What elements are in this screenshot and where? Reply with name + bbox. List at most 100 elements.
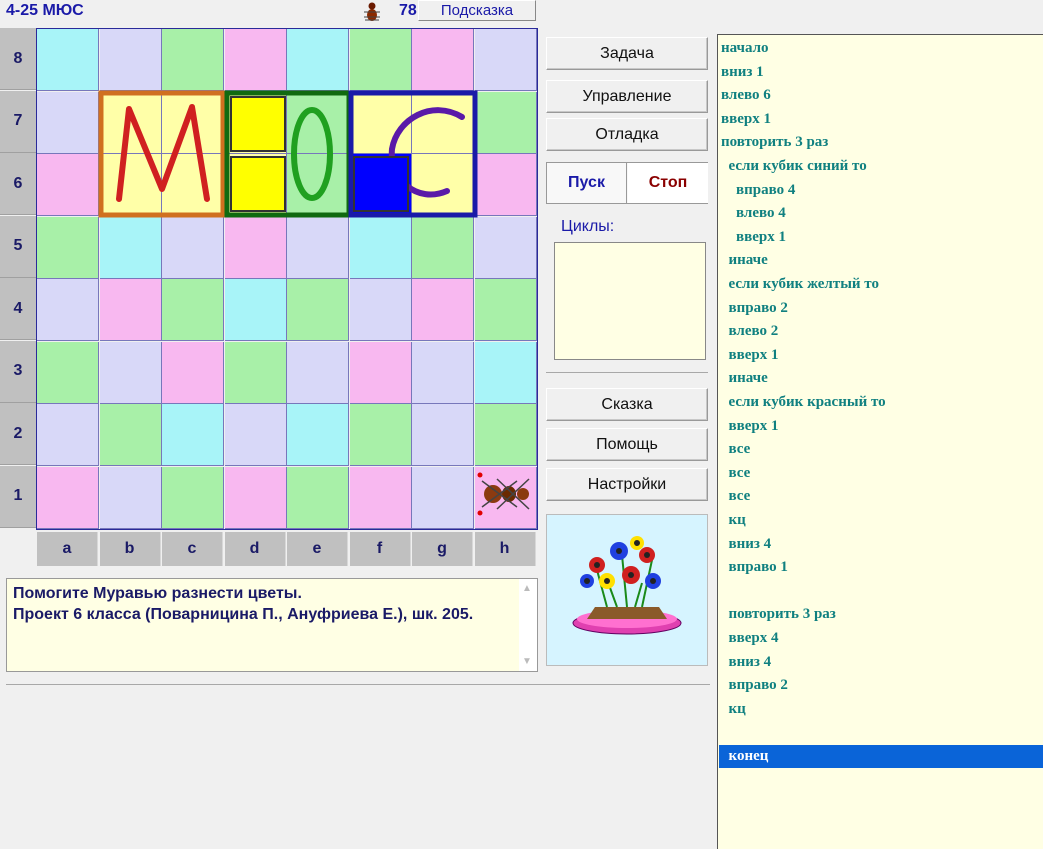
board-cell-b2[interactable] xyxy=(99,404,162,466)
board-cell-d4[interactable] xyxy=(224,279,287,341)
board-cell-g8[interactable] xyxy=(412,29,474,91)
board-cell-f2[interactable] xyxy=(349,404,412,466)
board-cell-b6[interactable] xyxy=(99,154,162,216)
program-line[interactable]: вверх 1 xyxy=(719,226,1043,249)
program-line[interactable]: вверх 1 xyxy=(719,415,1043,438)
board-cell-a8[interactable] xyxy=(37,29,99,91)
board-cell-e6[interactable] xyxy=(287,154,349,216)
task-description-box[interactable]: Помогите Муравью разнести цветы. Проект 6… xyxy=(6,578,538,672)
program-line[interactable]: кц xyxy=(719,509,1043,532)
program-line[interactable]: если кубик желтый то xyxy=(719,273,1043,296)
board-cell-b1[interactable] xyxy=(99,466,162,529)
board-cell-g2[interactable] xyxy=(412,404,474,466)
control-button[interactable]: Управление xyxy=(546,80,708,113)
board-cell-b4[interactable] xyxy=(99,279,162,341)
program-line[interactable]: влево 4 xyxy=(719,202,1043,225)
scroll-down-icon[interactable]: ▼ xyxy=(522,656,532,667)
board-cell-f4[interactable] xyxy=(349,279,412,341)
board-cell-d6[interactable] xyxy=(224,154,287,216)
program-line[interactable]: иначе xyxy=(719,249,1043,272)
program-line[interactable]: вверх 1 xyxy=(719,344,1043,367)
board-cell-e5[interactable] xyxy=(287,216,349,279)
program-line[interactable]: все xyxy=(719,438,1043,461)
board-cell-c6[interactable] xyxy=(162,154,224,216)
program-line[interactable] xyxy=(719,721,1043,744)
program-line[interactable]: повторить 3 раз xyxy=(719,131,1043,154)
program-line[interactable]: вправо 1 xyxy=(719,556,1043,579)
board-cell-f7[interactable] xyxy=(349,91,412,154)
board-cell-h5[interactable] xyxy=(474,216,537,279)
program-line[interactable]: вниз 4 xyxy=(719,651,1043,674)
board-cell-f3[interactable] xyxy=(349,341,412,404)
task-button[interactable]: Задача xyxy=(546,37,708,70)
board-cell-g7[interactable] xyxy=(412,91,474,154)
program-line[interactable]: вверх 4 xyxy=(719,627,1043,650)
stop-button[interactable]: Стоп xyxy=(628,163,708,203)
scrollbar[interactable]: ▲ ▼ xyxy=(519,579,537,671)
board-cell-c4[interactable] xyxy=(162,279,224,341)
board-cell-e8[interactable] xyxy=(287,29,349,91)
board-cell-f5[interactable] xyxy=(349,216,412,279)
board-cell-b7[interactable] xyxy=(99,91,162,154)
board-cell-g5[interactable] xyxy=(412,216,474,279)
board-cell-f1[interactable] xyxy=(349,466,412,529)
program-line[interactable]: влево 6 xyxy=(719,84,1043,107)
board-cell-h4[interactable] xyxy=(474,279,537,341)
board-cell-g3[interactable] xyxy=(412,341,474,404)
board-cell-d8[interactable] xyxy=(224,29,287,91)
board-cell-a6[interactable] xyxy=(37,154,99,216)
board-cell-b8[interactable] xyxy=(99,29,162,91)
program-line[interactable]: влево 2 xyxy=(719,320,1043,343)
cycles-list[interactable] xyxy=(554,242,706,360)
board-cell-f8[interactable] xyxy=(349,29,412,91)
program-line[interactable] xyxy=(719,580,1043,603)
board-cell-d7[interactable] xyxy=(224,91,287,154)
program-line[interactable]: вправо 2 xyxy=(719,674,1043,697)
program-line[interactable]: вниз 4 xyxy=(719,533,1043,556)
board-cell-h6[interactable] xyxy=(474,154,537,216)
board-cell-d5[interactable] xyxy=(224,216,287,279)
help-button[interactable]: Помощь xyxy=(546,428,708,461)
story-button[interactable]: Сказка xyxy=(546,388,708,421)
board-cell-g4[interactable] xyxy=(412,279,474,341)
hint-button[interactable]: Подсказка xyxy=(418,0,536,21)
board-cell-h3[interactable] xyxy=(474,341,537,404)
settings-button[interactable]: Настройки xyxy=(546,468,708,501)
board-cell-h8[interactable] xyxy=(474,29,537,91)
board-cell-e4[interactable] xyxy=(287,279,349,341)
board-cell-a7[interactable] xyxy=(37,91,99,154)
board-cell-e3[interactable] xyxy=(287,341,349,404)
board-cell-a5[interactable] xyxy=(37,216,99,279)
debug-button[interactable]: Отладка xyxy=(546,118,708,151)
program-line[interactable]: все xyxy=(719,485,1043,508)
program-line[interactable]: вправо 4 xyxy=(719,179,1043,202)
program-line[interactable]: если кубик красный то xyxy=(719,391,1043,414)
board-cell-a2[interactable] xyxy=(37,404,99,466)
board-cell-c1[interactable] xyxy=(162,466,224,529)
program-line[interactable]: начало xyxy=(719,37,1043,60)
board-cell-d2[interactable] xyxy=(224,404,287,466)
board-cell-d3[interactable] xyxy=(224,341,287,404)
program-line[interactable]: если кубик синий то xyxy=(719,155,1043,178)
board-cell-e1[interactable] xyxy=(287,466,349,529)
program-line[interactable]: вниз 1 xyxy=(719,61,1043,84)
program-line[interactable]: вправо 2 xyxy=(719,297,1043,320)
board-cell-b5[interactable] xyxy=(99,216,162,279)
board-cell-c3[interactable] xyxy=(162,341,224,404)
program-line[interactable]: иначе xyxy=(719,367,1043,390)
board-cell-a4[interactable] xyxy=(37,279,99,341)
program-editor[interactable]: начало вниз 1 влево 6 вверх 1 повторить 3 ра… xyxy=(717,34,1043,849)
board-cell-b3[interactable] xyxy=(99,341,162,404)
board-cell-f6[interactable] xyxy=(349,154,412,216)
program-line[interactable]: повторить 3 раз xyxy=(719,603,1043,626)
program-line[interactable]: все xyxy=(719,462,1043,485)
board-cell-h1[interactable] xyxy=(474,466,537,529)
run-button[interactable]: Пуск xyxy=(547,163,627,203)
program-line[interactable]: вверх 1 xyxy=(719,108,1043,131)
board-cell-g1[interactable] xyxy=(412,466,474,529)
board-cell-e2[interactable] xyxy=(287,404,349,466)
board-cell-a1[interactable] xyxy=(37,466,99,529)
board-cell-h2[interactable] xyxy=(474,404,537,466)
board-cell-h7[interactable] xyxy=(474,91,537,154)
board-cell-c7[interactable] xyxy=(162,91,224,154)
